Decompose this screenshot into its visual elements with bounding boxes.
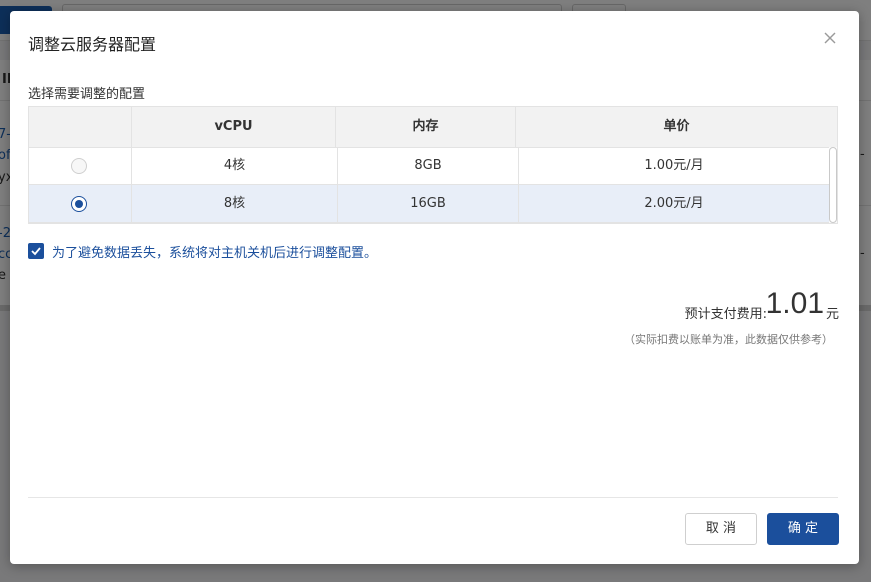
confirm-button[interactable]: 确 定 [767, 513, 839, 545]
vcpu-cell: 8核 [131, 185, 337, 223]
header-select [29, 107, 131, 147]
dialog-title: 调整云服务器配置 [28, 35, 157, 54]
cost-value: 1.01 [765, 287, 824, 320]
shutdown-consent-checkbox[interactable] [28, 243, 44, 259]
header-price: 单价 [515, 107, 837, 147]
row-select-cell [29, 147, 131, 185]
header-vcpu: vCPU [131, 107, 335, 147]
footer-divider [28, 497, 838, 498]
table-scrollbar-thumb[interactable] [829, 147, 837, 223]
config-table-header: vCPU 内存 单价 [29, 107, 837, 148]
config-row[interactable]: 4核 8GB 1.00元/月 [29, 147, 829, 185]
close-icon[interactable] [821, 29, 839, 47]
header-memory: 内存 [335, 107, 515, 147]
radio-button[interactable] [71, 158, 87, 174]
cost-label: 预计支付费用: [684, 307, 767, 322]
radio-button-checked[interactable] [71, 196, 87, 212]
memory-cell: 8GB [337, 147, 518, 185]
table-scrollbar[interactable] [829, 147, 837, 223]
vcpu-cell: 4核 [131, 147, 337, 185]
resize-server-dialog: 调整云服务器配置 选择需要调整的配置 vCPU 内存 单价 4核 8GB 1.0… [10, 11, 859, 564]
config-table: vCPU 内存 单价 4核 8GB 1.00元/月 8核 16GB 2.00元/… [28, 106, 838, 224]
cancel-button[interactable]: 取 消 [685, 513, 757, 545]
shutdown-consent-label[interactable]: 为了避免数据丢失，系统将对主机关机后进行调整配置。 [52, 242, 377, 261]
memory-cell: 16GB [337, 185, 518, 223]
cost-note: （实际扣费以账单为准，此数据仅供参考） [624, 333, 833, 346]
price-cell: 2.00元/月 [518, 185, 829, 223]
cost-unit: 元 [825, 307, 839, 322]
row-select-cell [29, 185, 131, 223]
config-row-selected[interactable]: 8核 16GB 2.00元/月 [29, 185, 829, 223]
section-label: 选择需要调整的配置 [28, 87, 146, 102]
price-cell: 1.00元/月 [518, 147, 829, 185]
